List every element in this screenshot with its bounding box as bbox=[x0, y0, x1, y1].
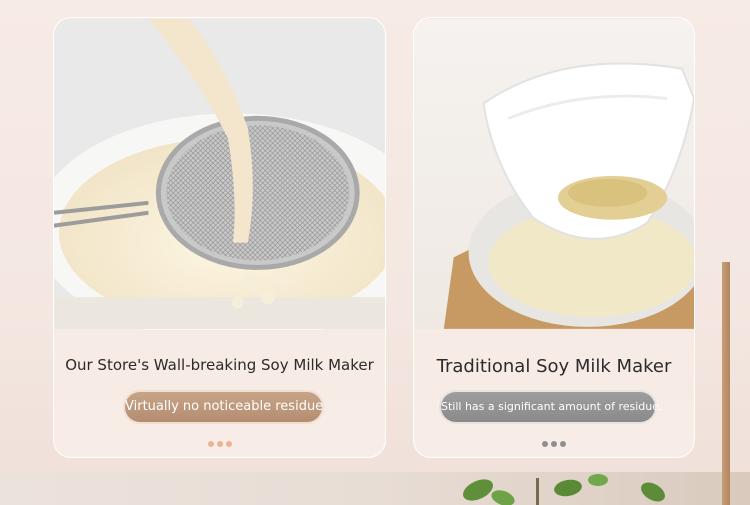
comparison-card-traditional: Traditional Soy Milk Maker Still has a s… bbox=[413, 17, 695, 458]
comparison-card-our-store: Our Store's Wall-breaking Soy Milk Maker… bbox=[53, 17, 386, 458]
card-caption: Our Store's Wall-breaking Soy Milk Maker bbox=[65, 356, 374, 374]
dot bbox=[560, 441, 566, 447]
pagination-dots bbox=[54, 432, 385, 451]
cloth-filter-photo bbox=[414, 19, 694, 329]
strainer-photo bbox=[54, 18, 385, 330]
pagination-dots bbox=[414, 432, 694, 451]
dot bbox=[207, 441, 214, 447]
wooden-post-decoration bbox=[722, 262, 730, 505]
residue-badge: Still has a significant amount of residu… bbox=[441, 392, 663, 422]
residue-badge: Virtually no noticeable residue bbox=[125, 392, 323, 422]
dot bbox=[542, 441, 548, 447]
dot bbox=[216, 441, 223, 447]
card-caption: Traditional Soy Milk Maker bbox=[436, 356, 672, 377]
dot bbox=[551, 441, 557, 447]
dot bbox=[225, 441, 232, 447]
plant-decoration bbox=[463, 474, 665, 505]
